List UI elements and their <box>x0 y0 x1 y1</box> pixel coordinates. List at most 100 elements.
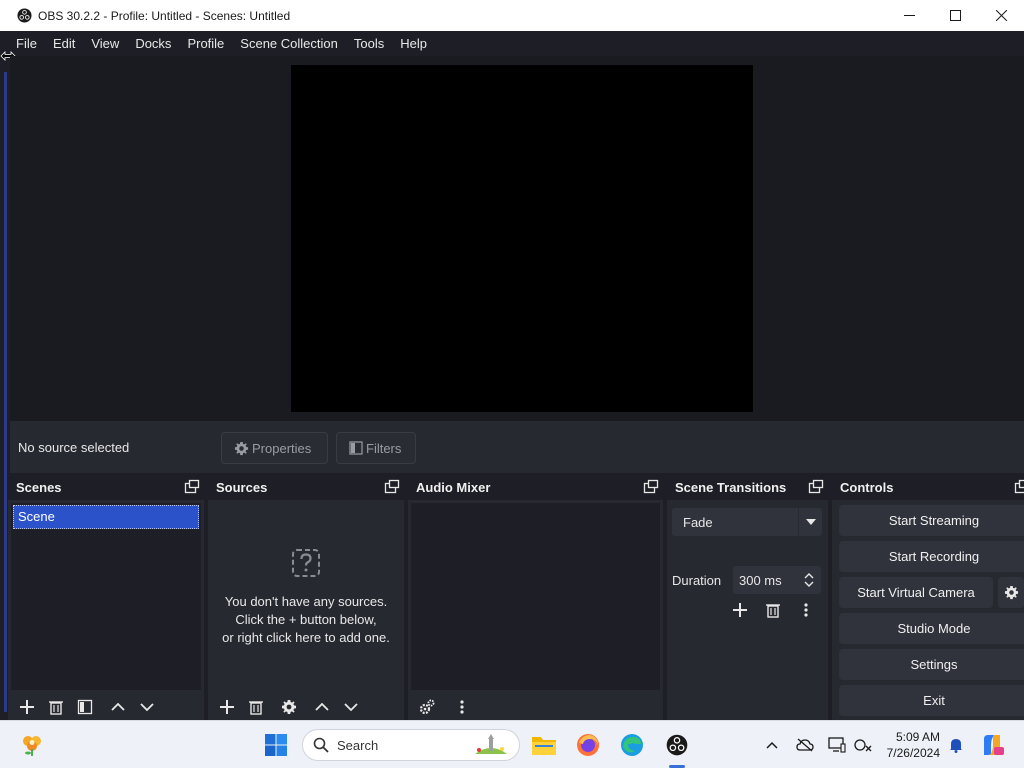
undock-icon[interactable] <box>1014 479 1024 495</box>
chevron-down-icon <box>344 703 358 712</box>
taskbar-search-box[interactable]: Search <box>302 729 520 761</box>
scene-list[interactable]: Scene <box>11 503 201 690</box>
start-button[interactable] <box>260 721 292 768</box>
edge-icon <box>621 734 643 756</box>
advanced-audio-properties-button[interactable] <box>414 695 440 719</box>
widgets-button[interactable] <box>16 721 48 768</box>
maximize-icon <box>949 10 961 21</box>
folder-icon <box>532 737 556 755</box>
start-recording-button[interactable]: Start Recording <box>839 541 1024 572</box>
move-scene-up-button[interactable] <box>105 695 131 719</box>
minimize-button[interactable] <box>886 0 932 31</box>
add-transition-button[interactable] <box>727 598 753 622</box>
filters-button[interactable]: Filters <box>336 432 416 464</box>
onedrive-offline-button[interactable] <box>794 721 816 768</box>
windows-logo-icon <box>265 734 287 756</box>
chevron-down-icon <box>140 703 154 712</box>
duration-spinbox[interactable]: 300 ms <box>733 566 821 594</box>
menu-help[interactable]: Help <box>392 31 435 56</box>
undock-icon[interactable] <box>643 479 659 495</box>
audio-mixer-area[interactable] <box>411 503 660 690</box>
menu-tools[interactable]: Tools <box>346 31 392 56</box>
scene-item[interactable]: Scene <box>13 505 199 529</box>
menu-view[interactable]: View <box>83 31 127 56</box>
start-virtual-camera-button[interactable]: Start Virtual Camera <box>839 577 993 608</box>
show-hidden-icons-button[interactable] <box>762 721 782 768</box>
bell-icon <box>950 739 962 753</box>
properties-button[interactable]: Properties <box>221 432 328 464</box>
controls-dock: Controls Start Streaming Start Recording… <box>832 474 1024 720</box>
sources-toolbar <box>208 694 404 720</box>
copilot-icon <box>984 735 1004 755</box>
network-icon <box>854 739 872 752</box>
move-source-up-button[interactable] <box>309 695 335 719</box>
scene-transitions-dock-header: Scene Transitions <box>667 474 828 500</box>
chevron-up-icon <box>111 702 125 711</box>
more-vertical-icon <box>460 700 464 714</box>
maximize-button[interactable] <box>932 0 978 31</box>
source-properties-button[interactable] <box>276 695 302 719</box>
chevron-up-icon <box>766 741 778 749</box>
remove-scene-button[interactable] <box>43 695 69 719</box>
sources-empty-message: You don't have any sources. Click the + … <box>208 548 404 647</box>
menu-edit[interactable]: Edit <box>45 31 83 56</box>
trash-icon <box>766 604 780 618</box>
copilot-button[interactable] <box>978 721 1006 768</box>
search-icon <box>313 737 329 753</box>
taskbar-clock[interactable]: 5:09 AM 7/26/2024 <box>880 729 940 761</box>
studio-mode-button[interactable]: Studio Mode <box>839 613 1024 644</box>
edge-button[interactable] <box>616 721 648 768</box>
widgets-flower-icon <box>23 736 41 756</box>
settings-button[interactable]: Settings <box>839 649 1024 680</box>
obs-taskbar-button[interactable] <box>661 721 693 768</box>
network-button[interactable] <box>852 721 874 768</box>
cloud-off-icon <box>796 738 814 752</box>
sources-list[interactable]: You don't have any sources. Click the + … <box>208 500 404 720</box>
virtual-camera-settings-button[interactable] <box>998 577 1024 608</box>
scenes-toolbar <box>8 694 204 720</box>
scene-filters-button[interactable] <box>72 695 98 719</box>
search-label: Search <box>337 737 379 753</box>
close-button[interactable] <box>978 0 1024 31</box>
menu-docks[interactable]: Docks <box>127 31 179 56</box>
transition-select[interactable]: Fade <box>672 508 822 536</box>
undock-icon[interactable] <box>184 479 200 495</box>
left-edge-bar <box>4 72 7 712</box>
controls-dock-title: Controls <box>840 479 894 495</box>
notifications-button[interactable] <box>946 721 966 768</box>
display-button[interactable] <box>826 721 848 768</box>
menu-scene-collection[interactable]: Scene Collection <box>232 31 346 56</box>
sources-dock-header: Sources <box>208 474 404 500</box>
window-title: OBS 30.2.2 - Profile: Untitled - Scenes:… <box>38 8 291 23</box>
preview-canvas[interactable] <box>291 65 753 412</box>
properties-label: Properties <box>252 440 312 456</box>
more-vertical-icon <box>804 603 808 617</box>
transition-menu-button[interactable] <box>793 598 819 622</box>
sources-empty-line-2: Click the + button below, <box>235 612 377 627</box>
firefox-button[interactable] <box>572 721 604 768</box>
search-highlight-icon <box>475 734 507 754</box>
monitor-icon <box>828 737 846 753</box>
audio-mixer-menu-button[interactable] <box>449 695 475 719</box>
undock-icon[interactable] <box>808 479 824 495</box>
filter-icon <box>77 699 93 715</box>
remove-transition-button[interactable] <box>760 598 786 622</box>
clock-date: 7/26/2024 <box>886 746 940 760</box>
move-scene-down-button[interactable] <box>134 695 160 719</box>
exit-button[interactable]: Exit <box>839 685 1024 716</box>
preview-area[interactable] <box>10 56 1024 421</box>
remove-source-button[interactable] <box>243 695 269 719</box>
move-source-down-button[interactable] <box>338 695 364 719</box>
undock-icon[interactable] <box>384 479 400 495</box>
menu-profile[interactable]: Profile <box>179 31 232 56</box>
sources-empty-line-3: or right click here to add one. <box>222 630 390 645</box>
spin-down-icon[interactable] <box>804 580 814 588</box>
start-streaming-button[interactable]: Start Streaming <box>839 505 1024 536</box>
no-source-label: No source selected <box>18 440 130 455</box>
file-explorer-button[interactable] <box>528 721 560 768</box>
plus-icon <box>733 603 747 617</box>
question-icon <box>292 549 320 577</box>
add-source-button[interactable] <box>214 695 240 719</box>
spin-up-icon[interactable] <box>804 572 814 580</box>
add-scene-button[interactable] <box>14 695 40 719</box>
